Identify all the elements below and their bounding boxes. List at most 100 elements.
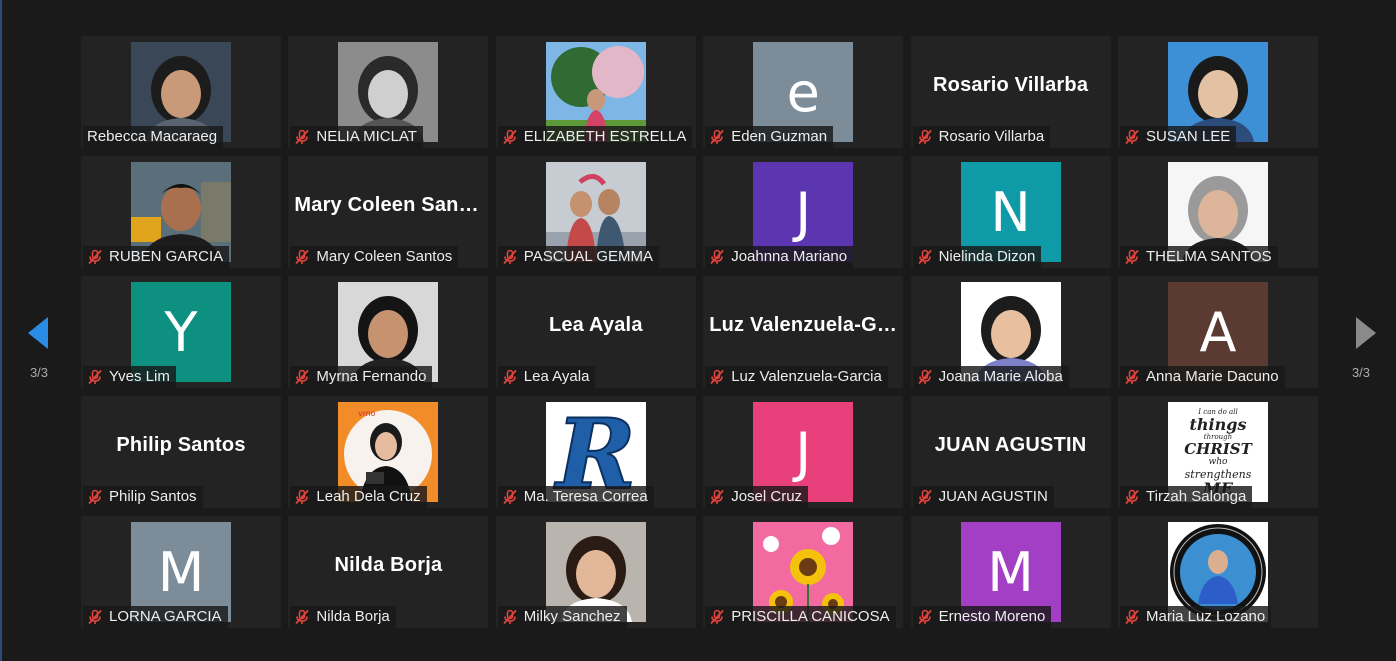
participant-name: Ma. Teresa Correa xyxy=(523,488,648,505)
participant-tile[interactable]: e Eden Guzman xyxy=(703,36,904,148)
participant-display-name: Mary Coleen Santos xyxy=(294,194,483,216)
next-page-arrow-icon[interactable] xyxy=(1350,313,1380,353)
participant-name: RUBEN GARCIA xyxy=(109,248,224,265)
participant-tile[interactable]: A Anna Marie Dacuno xyxy=(1118,276,1318,388)
participant-tile[interactable]: J Josel Cruz xyxy=(703,396,904,508)
participant-name: Yves Lim xyxy=(109,368,170,385)
participant-display-name: Philip Santos xyxy=(116,434,246,456)
participant-display-name: Lea Ayala xyxy=(548,314,643,336)
participant-tile[interactable]: Mary Coleen Santos Mary Coleen Santos xyxy=(288,156,489,268)
participant-name: Joahnna Mariano xyxy=(731,248,848,265)
participant-tile[interactable]: JUAN AGUSTIN JUAN AGUSTIN xyxy=(910,396,1111,508)
participant-name-label: Mary Coleen Santos xyxy=(290,246,459,268)
participant-name-label: Lea Ayala xyxy=(497,366,596,388)
participant-tile[interactable]: Y Yves Lim xyxy=(81,276,281,388)
microphone-muted-icon xyxy=(710,489,724,505)
microphone-muted-icon xyxy=(1125,489,1139,505)
participant-name-label: SUSAN LEE xyxy=(1120,126,1237,148)
participant-tile[interactable]: ELIZABETH ESTRELLA xyxy=(495,36,696,148)
participant-tile[interactable]: PASCUAL GEMMA xyxy=(495,156,696,268)
participant-name: Nielinda Dizon xyxy=(938,248,1036,265)
microphone-muted-icon xyxy=(710,609,724,625)
participant-tile[interactable]: Philip Santos Philip Santos xyxy=(81,396,281,508)
participant-tile[interactable]: M LORNA GARCIA xyxy=(81,516,281,628)
microphone-muted-icon xyxy=(1125,369,1139,385)
participant-name-label: Tirzah Salonga xyxy=(1120,486,1253,508)
participant-tile[interactable]: RUBEN GARCIA xyxy=(81,156,281,268)
participant-name: Nilda Borja xyxy=(316,608,390,625)
microphone-muted-icon xyxy=(88,249,102,265)
participant-name: Eden Guzman xyxy=(731,128,828,145)
participant-name-label: Joahnna Mariano xyxy=(705,246,854,268)
microphone-muted-icon xyxy=(917,489,932,505)
microphone-muted-icon xyxy=(710,129,724,145)
participant-name-label: Yves Lim xyxy=(83,366,176,388)
participant-name: Joana Marie Aloba xyxy=(938,368,1063,385)
participant-tile[interactable]: Rebecca Macaraeg xyxy=(81,36,281,148)
microphone-muted-icon xyxy=(917,609,932,625)
participant-tile[interactable]: Milky Sanchez xyxy=(495,516,696,628)
svg-text:who: who xyxy=(1209,457,1229,467)
participant-tile[interactable]: N Nielinda Dizon xyxy=(910,156,1111,268)
page-indicator-right: 3/3 xyxy=(1351,365,1371,380)
svg-text:CHRIST: CHRIST xyxy=(1184,440,1253,458)
participant-name: THELMA SANTOS xyxy=(1146,248,1272,265)
participant-tile[interactable]: Rosario Villarba Rosario Villarba xyxy=(910,36,1111,148)
participant-name: SUSAN LEE xyxy=(1146,128,1231,145)
microphone-muted-icon xyxy=(503,129,517,145)
participant-tile[interactable]: Nilda Borja Nilda Borja xyxy=(288,516,489,628)
microphone-muted-icon xyxy=(503,369,517,385)
participant-gallery: Rebecca Macaraeg NELIA MICLAT ELIZABETH ES… xyxy=(81,36,1318,628)
microphone-muted-icon xyxy=(710,369,724,385)
microphone-muted-icon xyxy=(1125,249,1139,265)
participant-name-label: Milky Sanchez xyxy=(497,606,627,628)
microphone-muted-icon xyxy=(710,249,724,265)
participant-name: Maria Luz Lozano xyxy=(1146,608,1266,625)
participant-name-label: ELIZABETH ESTRELLA xyxy=(497,126,693,148)
microphone-muted-icon xyxy=(295,129,310,145)
svg-text:vmo: vmo xyxy=(358,409,376,418)
participant-name: Philip Santos xyxy=(109,488,197,505)
microphone-muted-icon xyxy=(88,609,102,625)
previous-page-arrow-icon[interactable] xyxy=(24,313,54,353)
microphone-muted-icon xyxy=(503,249,517,265)
participant-tile[interactable]: NELIA MICLAT xyxy=(288,36,489,148)
participant-name: Josel Cruz xyxy=(731,488,803,505)
svg-text:things: things xyxy=(1190,415,1247,434)
participant-name-label: JUAN AGUSTIN xyxy=(912,486,1054,508)
participant-tile[interactable]: R Ma. Teresa Correa xyxy=(495,396,696,508)
participant-tile[interactable]: Maria Luz Lozano xyxy=(1118,516,1318,628)
participant-name-label: PASCUAL GEMMA xyxy=(497,246,659,268)
participant-name-label: Maria Luz Lozano xyxy=(1120,606,1272,628)
participant-tile[interactable]: Myrna Fernando xyxy=(288,276,489,388)
window-edge xyxy=(0,0,2,661)
participant-tile[interactable]: M Ernesto Moreno xyxy=(910,516,1111,628)
participant-tile[interactable]: I can do all things through CHRIST who streng… xyxy=(1118,396,1318,508)
participant-name-label: Eden Guzman xyxy=(705,126,834,148)
participant-name: PASCUAL GEMMA xyxy=(523,248,653,265)
participant-name-label: Ma. Teresa Correa xyxy=(497,486,654,508)
participant-tile[interactable]: THELMA SANTOS xyxy=(1118,156,1318,268)
participant-tile[interactable]: Luz Valenzuela-Garcia Luz Valenzuela-Garc… xyxy=(703,276,904,388)
participant-tile[interactable]: vmo Leah Dela Cruz xyxy=(288,396,489,508)
participant-name-label: LORNA GARCIA xyxy=(83,606,228,628)
participant-name-label: Ernesto Moreno xyxy=(912,606,1052,628)
participant-name-label: RUBEN GARCIA xyxy=(83,246,230,268)
microphone-muted-icon xyxy=(88,369,102,385)
participant-display-name: Nilda Borja xyxy=(334,554,443,576)
participant-tile[interactable]: Joana Marie Aloba xyxy=(910,276,1111,388)
microphone-muted-icon xyxy=(917,249,932,265)
participant-name: Tirzah Salonga xyxy=(1146,488,1247,505)
participant-name: Luz Valenzuela-Garcia xyxy=(731,368,882,385)
participant-name-label: NELIA MICLAT xyxy=(290,126,423,148)
participant-name: Lea Ayala xyxy=(523,368,590,385)
participant-name-label: PRISCILLA CANICOSA xyxy=(705,606,896,628)
participant-name-label: THELMA SANTOS xyxy=(1120,246,1278,268)
participant-tile[interactable]: Lea Ayala Lea Ayala xyxy=(495,276,696,388)
participant-name: Milky Sanchez xyxy=(523,608,621,625)
participant-tile[interactable]: PRISCILLA CANICOSA xyxy=(703,516,904,628)
participant-tile[interactable]: SUSAN LEE xyxy=(1118,36,1318,148)
participant-tile[interactable]: J Joahnna Mariano xyxy=(703,156,904,268)
participant-name-label: Leah Dela Cruz xyxy=(290,486,427,508)
microphone-muted-icon xyxy=(295,369,310,385)
